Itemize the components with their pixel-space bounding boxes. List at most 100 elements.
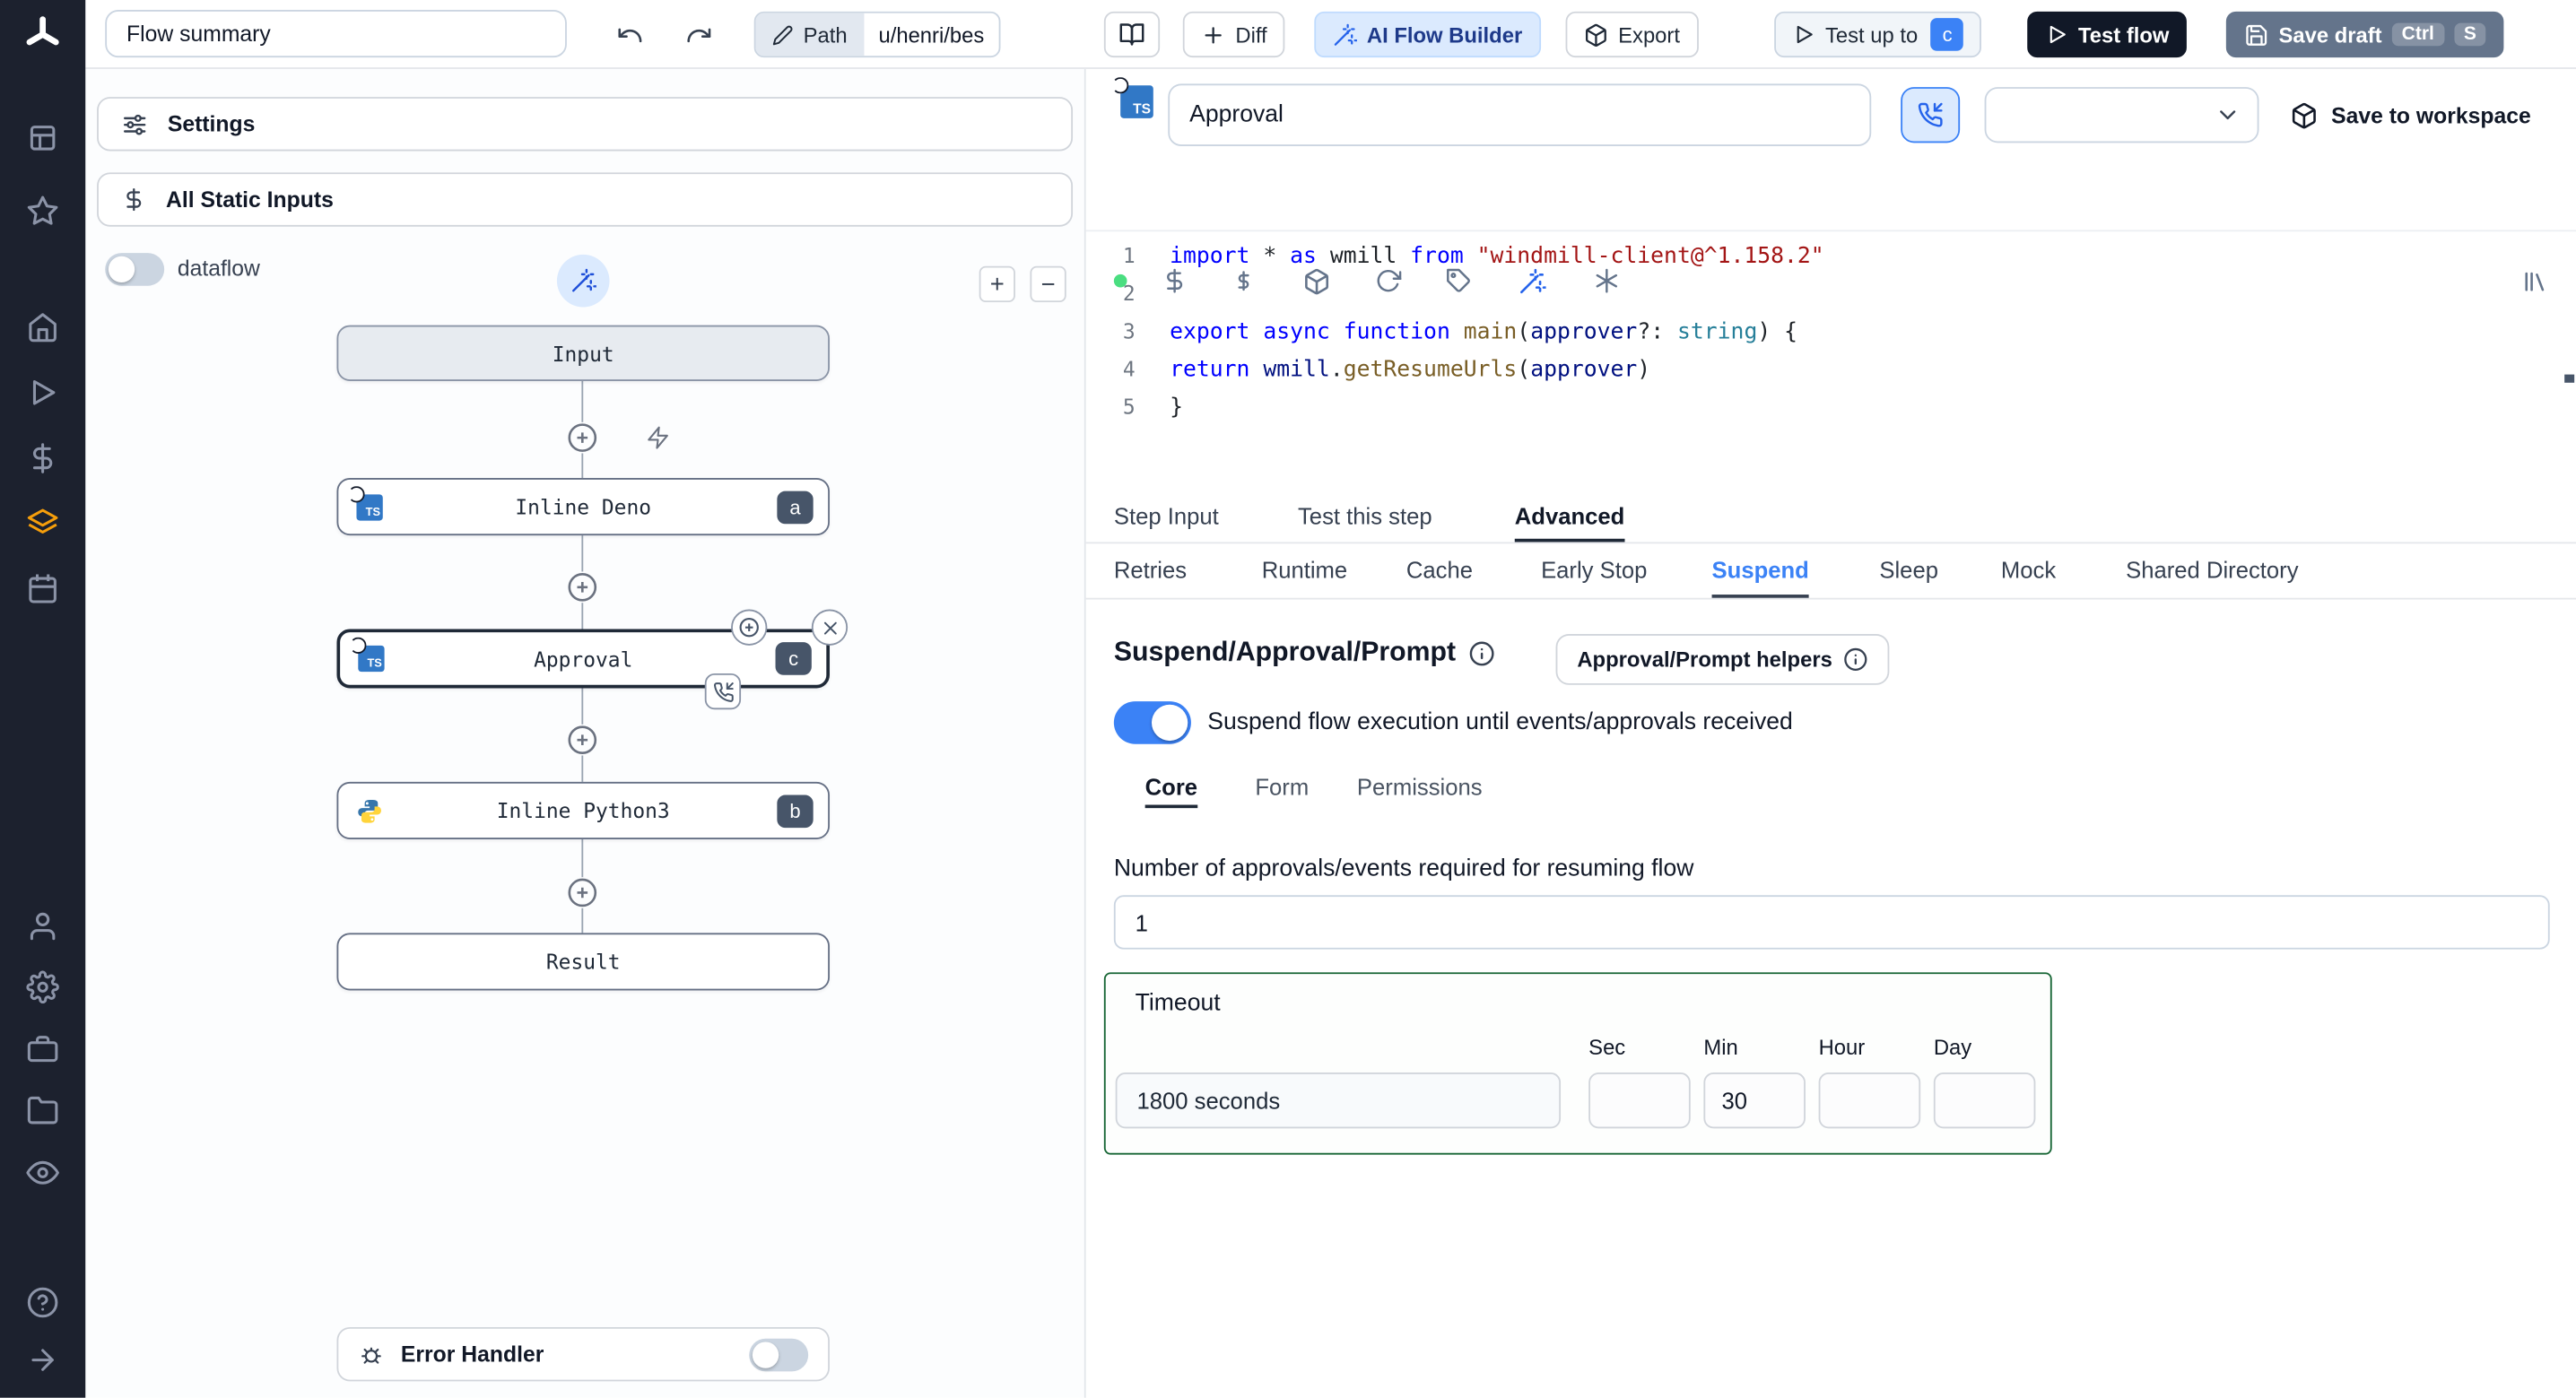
script-kind-select[interactable] — [1984, 87, 2259, 143]
error-handler-row[interactable]: Error Handler — [336, 1326, 830, 1382]
tab-step-input[interactable]: Step Input — [1114, 490, 1219, 543]
flow-node-inline-deno[interactable]: TS Inline Deno a — [336, 478, 830, 536]
insert-step-button-4[interactable] — [566, 877, 598, 908]
sidebar-settings-icon[interactable] — [26, 970, 59, 1004]
path-value: u/henri/bes — [878, 22, 985, 48]
approval-prompt-helpers-button[interactable]: Approval/Prompt helpers — [1555, 634, 1890, 685]
tab-suspend[interactable]: Suspend — [1711, 543, 1809, 598]
editor-overview-ruler — [2564, 374, 2575, 383]
tab-form[interactable]: Form — [1255, 766, 1309, 809]
dataflow-toggle[interactable] — [105, 253, 165, 286]
insert-trigger-button[interactable] — [642, 421, 674, 454]
insert-step-button-1[interactable] — [566, 421, 598, 454]
test-flow-button[interactable]: Test flow — [2027, 11, 2188, 58]
test-up-to-button[interactable]: Test up to c — [1774, 11, 1982, 58]
sidebar-home-icon[interactable] — [26, 310, 59, 343]
flow-summary-input[interactable] — [105, 9, 567, 58]
code-editor[interactable]: 1 import * as wmill from "windmill-client… — [1086, 233, 2576, 492]
windmill-logo-icon[interactable] — [22, 13, 65, 56]
sidebar-users-icon[interactable] — [26, 910, 59, 943]
sidebar-folders-icon[interactable] — [26, 1094, 59, 1127]
code-line[interactable]: 4 return wmill.getResumeUrls(approver) — [1086, 350, 2576, 387]
tab-retries[interactable]: Retries — [1114, 543, 1187, 597]
tab-runtime[interactable]: Runtime — [1262, 543, 1348, 597]
sidebar-variables-icon[interactable] — [26, 442, 59, 475]
package-icon — [2292, 101, 2316, 128]
s-key-badge: S — [2453, 22, 2486, 47]
all-static-inputs-label: All Static Inputs — [165, 187, 334, 213]
sidebar-resources-icon[interactable] — [26, 508, 59, 541]
chevron-down-icon — [2220, 110, 2236, 120]
redo-icon — [686, 27, 710, 42]
sidebar-help-icon[interactable] — [26, 1286, 59, 1319]
ai-graph-builder-button[interactable] — [556, 254, 610, 308]
flow-settings-label: Settings — [167, 111, 256, 137]
tab-mock[interactable]: Mock — [2001, 543, 2056, 597]
wand-sparkles-icon — [1334, 22, 1357, 45]
info-icon[interactable] — [1469, 639, 1495, 665]
all-static-inputs-button[interactable]: All Static Inputs — [97, 172, 1074, 227]
panel-resize-divider[interactable] — [1084, 69, 1088, 1398]
sidebar-schedules-icon[interactable] — [26, 571, 59, 604]
code-line[interactable]: 3 export async function main(approver?: s… — [1086, 312, 2576, 350]
path-button[interactable]: Path u/henri/bes — [753, 11, 1001, 58]
timeout-sec-input[interactable] — [1588, 1072, 1691, 1129]
export-button[interactable]: Export — [1565, 11, 1699, 58]
code-line[interactable]: 1 import * as wmill from "windmill-client… — [1086, 237, 2576, 274]
flow-node-result[interactable]: Result — [336, 933, 830, 991]
export-label: Export — [1618, 22, 1680, 48]
tab-cache[interactable]: Cache — [1406, 543, 1473, 597]
save-icon — [2246, 24, 2267, 45]
diff-button[interactable]: Diff — [1182, 11, 1285, 58]
suspend-title-text: Suspend/Approval/Prompt — [1113, 637, 1457, 667]
timeout-day-input[interactable] — [1933, 1072, 2036, 1129]
sidebar-workers-icon[interactable] — [26, 1033, 59, 1066]
undo-button[interactable] — [603, 12, 656, 57]
code-line[interactable]: 2 — [1086, 274, 2576, 312]
zoom-in-button[interactable]: + — [979, 265, 1015, 303]
code-line[interactable]: 5} — [1086, 387, 2576, 425]
editor-toolbar — [1085, 164, 2576, 294]
sidebar-apps-icon[interactable] — [26, 122, 59, 155]
tab-core[interactable]: Core — [1144, 766, 1198, 809]
step-name-input[interactable] — [1168, 83, 1872, 147]
tab-shared-directory[interactable]: Shared Directory — [2126, 543, 2298, 597]
dollar-icon — [126, 187, 142, 212]
suspend-toggle-label: Suspend flow execution until events/appr… — [1207, 709, 1793, 736]
node-suspend-indicator-button[interactable] — [704, 673, 742, 710]
timeout-hour-input[interactable] — [1818, 1072, 1921, 1129]
sidebar-expand-icon[interactable] — [26, 1343, 59, 1376]
suspend-approval-toggle-button[interactable] — [1901, 87, 1961, 143]
timeout-day-label: Day — [1933, 1034, 1972, 1060]
node-move-button[interactable] — [731, 609, 768, 646]
zoom-out-button[interactable]: − — [1030, 265, 1066, 303]
flow-node-input[interactable]: Input — [336, 325, 830, 381]
path-edit-segment[interactable]: Path — [755, 13, 864, 56]
info-icon — [1844, 647, 1867, 671]
redo-button[interactable] — [672, 12, 725, 57]
node-delete-button[interactable] — [811, 609, 849, 646]
tab-early-stop[interactable]: Early Stop — [1541, 543, 1647, 597]
sidebar-runs-icon[interactable] — [26, 376, 59, 409]
tab-permissions[interactable]: Permissions — [1357, 766, 1483, 809]
save-draft-button[interactable]: Save draft Ctrl S — [2225, 11, 2505, 58]
docs-button[interactable] — [1103, 11, 1161, 58]
timeout-min-input[interactable] — [1703, 1072, 1806, 1129]
insert-step-button-3[interactable] — [566, 724, 598, 756]
ai-flow-builder-button[interactable]: AI Flow Builder — [1314, 11, 1541, 58]
error-handler-toggle[interactable] — [749, 1337, 809, 1371]
sidebar-favorites-icon[interactable] — [26, 194, 59, 227]
flow-settings-button[interactable]: Settings — [97, 97, 1074, 152]
flow-node-inline-python[interactable]: Inline Python3 b — [336, 781, 830, 839]
diff-label: Diff — [1235, 22, 1267, 48]
tab-sleep[interactable]: Sleep — [1879, 543, 1938, 597]
tab-advanced[interactable]: Advanced — [1514, 490, 1625, 543]
insert-step-button-2[interactable] — [566, 571, 598, 603]
approvals-required-input[interactable] — [1113, 895, 2550, 950]
tab-test-this-step[interactable]: Test this step — [1298, 490, 1432, 543]
suspend-enabled-toggle[interactable] — [1113, 701, 1191, 744]
timeout-sec-label: Sec — [1588, 1034, 1626, 1060]
save-draft-label: Save draft — [2278, 22, 2382, 48]
sidebar-audit-logs-icon[interactable] — [26, 1156, 59, 1189]
save-to-workspace-button[interactable]: Save to workspace — [2280, 91, 2540, 140]
